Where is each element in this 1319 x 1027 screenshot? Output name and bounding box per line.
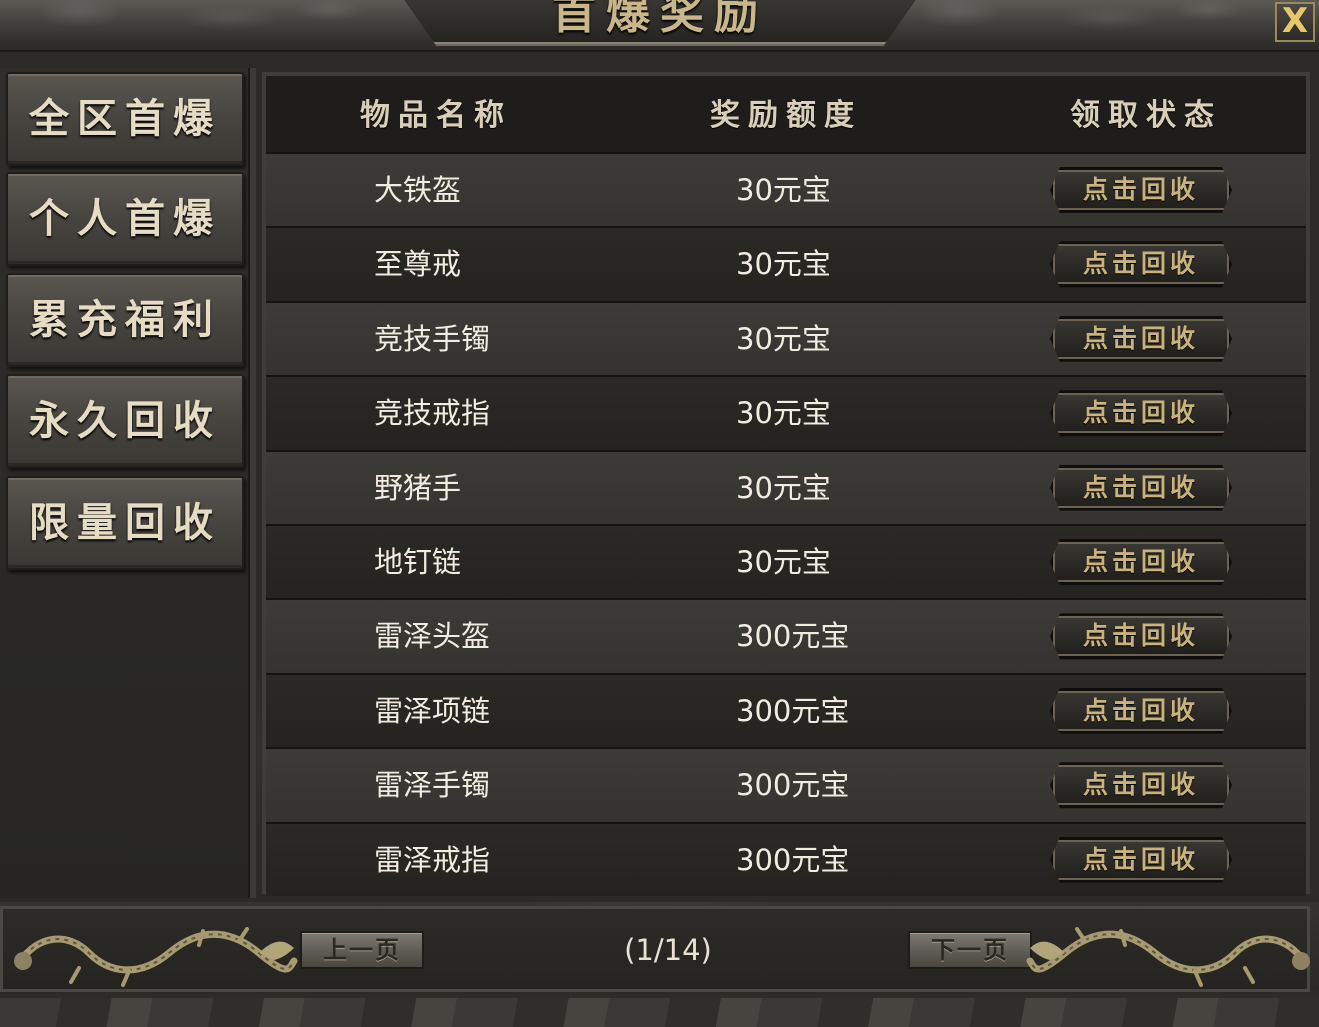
reward-amount: 30元宝 xyxy=(736,545,831,579)
item-name: 地钉链 xyxy=(374,545,462,579)
close-button[interactable]: X xyxy=(1275,2,1315,42)
reward-amount: 300元宝 xyxy=(736,619,850,654)
recycle-button[interactable]: 点击回收 xyxy=(1050,539,1232,585)
table-row: 地钉链 30元宝 点击回收 xyxy=(266,524,1306,599)
recycle-button[interactable]: 点击回收 xyxy=(1050,241,1232,287)
item-name: 大铁盔 xyxy=(374,173,462,207)
sidebar: 全区首爆 个人首爆 累充福利 永久回收 限量回收 xyxy=(0,68,256,898)
reward-table: 物品名称 奖励额度 领取状态 大铁盔 30元宝 点击回收 至尊戒 30元宝 点击… xyxy=(262,72,1310,896)
table-row: 雷泽项链 300元宝 点击回收 xyxy=(266,672,1306,748)
next-page-button[interactable]: 下一页 xyxy=(908,931,1032,969)
title-bar: 首爆奖励 X xyxy=(0,0,1319,52)
prev-page-button[interactable]: 上一页 xyxy=(300,931,424,969)
sidebar-item-recharge-bonus[interactable]: 累充福利 xyxy=(6,273,244,367)
recycle-button[interactable]: 点击回收 xyxy=(1050,837,1232,883)
item-name: 竞技戒指 xyxy=(374,396,491,431)
reward-amount: 30元宝 xyxy=(736,396,831,431)
table-row: 至尊戒 30元宝 点击回收 xyxy=(266,226,1306,301)
item-name: 雷泽项链 xyxy=(374,693,491,728)
column-header-reward: 奖励额度 xyxy=(710,98,862,133)
table-row: 雷泽戒指 300元宝 点击回收 xyxy=(266,821,1306,896)
sidebar-item-server-first-drop[interactable]: 全区首爆 xyxy=(6,72,244,166)
close-icon: X xyxy=(1281,1,1309,41)
item-name: 野猪手 xyxy=(374,470,462,505)
table-row: 野猪手 30元宝 点击回收 xyxy=(266,449,1306,524)
cloud-ornament-left xyxy=(0,0,380,48)
footer: 上一页 (1/14) 下一页 xyxy=(0,902,1319,1027)
item-name: 至尊戒 xyxy=(374,247,462,282)
item-name: 雷泽手镯 xyxy=(374,768,491,803)
pagination-bar: 上一页 (1/14) 下一页 xyxy=(0,906,1310,992)
table-row: 雷泽头盔 300元宝 点击回收 xyxy=(266,598,1306,673)
column-header-status: 领取状态 xyxy=(1070,98,1222,133)
dragon-ornament-left-icon xyxy=(14,927,298,987)
reward-amount: 300元宝 xyxy=(736,768,850,803)
sidebar-item-limited-recycle[interactable]: 限量回收 xyxy=(6,476,244,570)
recycle-button[interactable]: 点击回收 xyxy=(1050,167,1232,213)
table-row: 竞技手镯 30元宝 点击回收 xyxy=(266,300,1306,376)
table-row: 竞技戒指 30元宝 点击回收 xyxy=(266,375,1306,450)
reward-amount: 30元宝 xyxy=(736,470,831,505)
page-indicator: (1/14) xyxy=(624,933,712,967)
item-name: 竞技手镯 xyxy=(374,321,491,356)
item-name: 雷泽头盔 xyxy=(374,619,491,654)
reward-amount: 30元宝 xyxy=(736,321,831,356)
table-row: 大铁盔 30元宝 点击回收 xyxy=(266,152,1306,227)
reward-amount: 300元宝 xyxy=(736,693,850,728)
cloud-ornament-right xyxy=(879,0,1259,48)
window-title: 首爆奖励 xyxy=(552,0,768,39)
table-row: 雷泽手镯 300元宝 点击回收 xyxy=(266,747,1306,822)
sidebar-item-personal-first-drop[interactable]: 个人首爆 xyxy=(6,172,244,266)
column-header-item-name: 物品名称 xyxy=(360,98,512,133)
table-header: 物品名称 奖励额度 领取状态 xyxy=(266,76,1306,152)
reward-amount: 300元宝 xyxy=(736,842,850,877)
item-name: 雷泽戒指 xyxy=(374,842,491,877)
stone-border xyxy=(0,998,1319,1027)
recycle-button[interactable]: 点击回收 xyxy=(1050,316,1232,362)
sidebar-item-permanent-recycle[interactable]: 永久回收 xyxy=(6,374,244,468)
recycle-button[interactable]: 点击回收 xyxy=(1050,762,1232,808)
recycle-button[interactable]: 点击回收 xyxy=(1050,465,1232,511)
dragon-ornament-right-icon xyxy=(1026,927,1310,987)
recycle-button[interactable]: 点击回收 xyxy=(1050,613,1232,659)
recycle-button[interactable]: 点击回收 xyxy=(1050,390,1232,436)
reward-amount: 30元宝 xyxy=(736,247,831,282)
recycle-button[interactable]: 点击回收 xyxy=(1050,688,1232,734)
reward-amount: 30元宝 xyxy=(736,173,831,207)
